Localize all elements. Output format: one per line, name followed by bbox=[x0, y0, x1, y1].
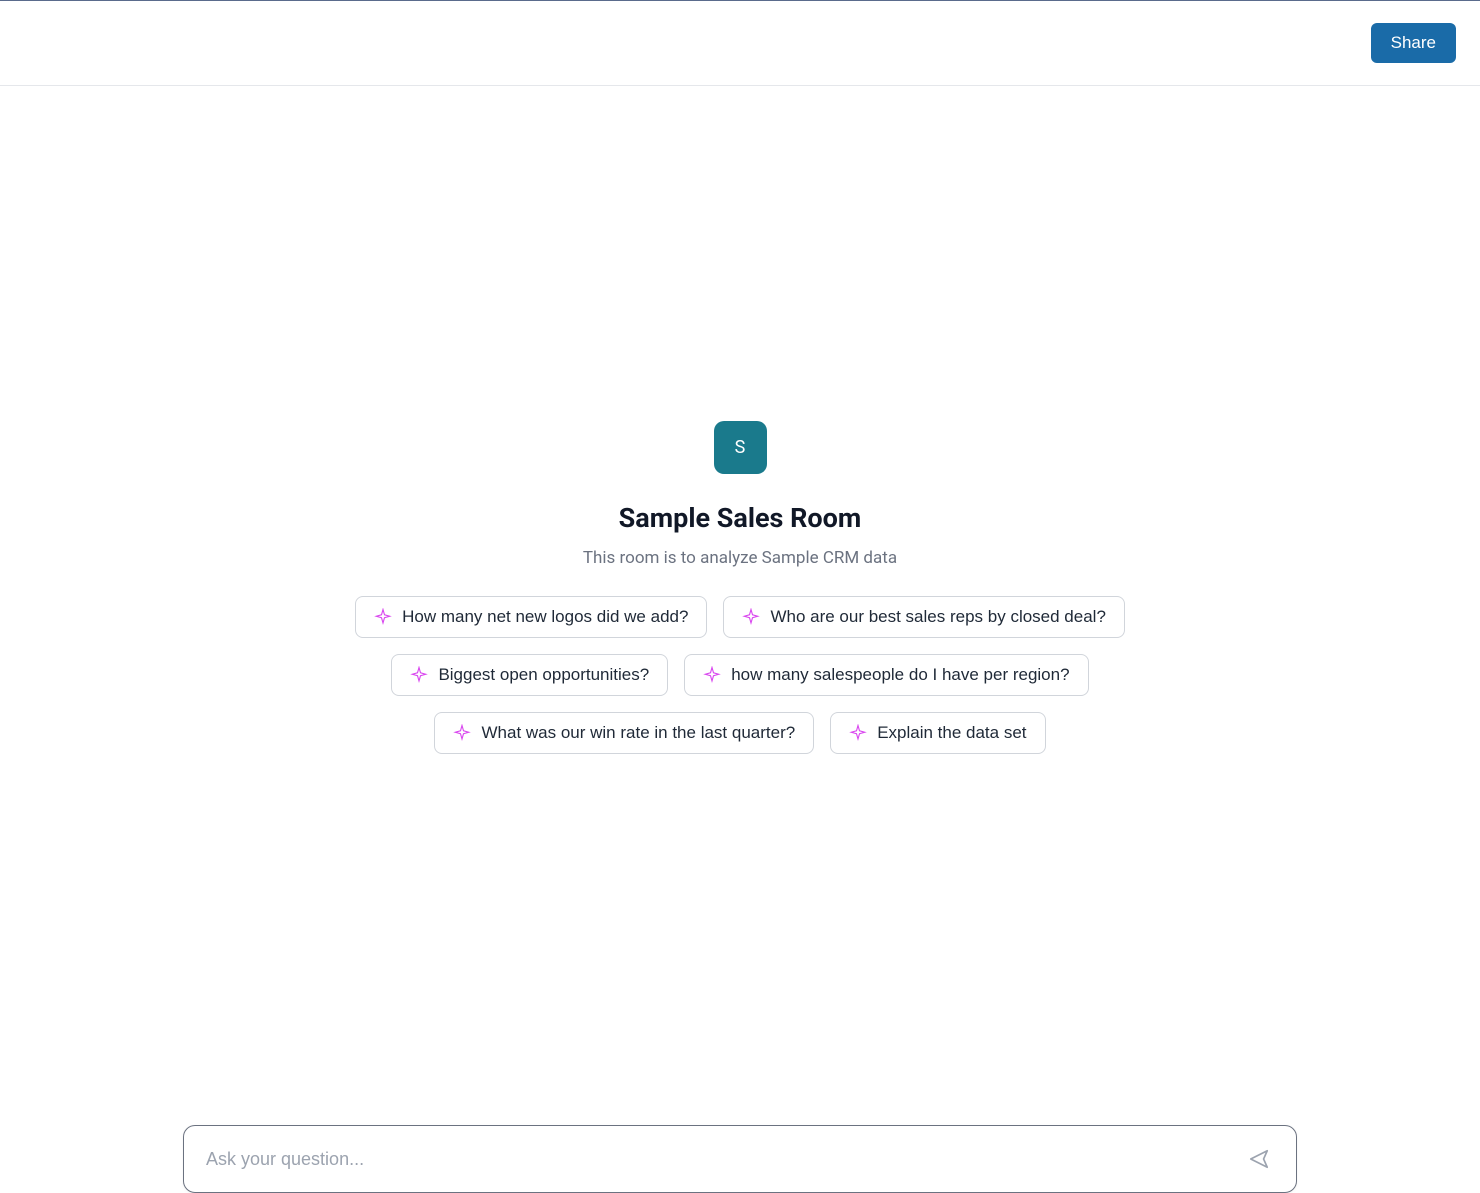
suggestion-label: Explain the data set bbox=[877, 723, 1026, 743]
suggestion-chip[interactable]: What was our win rate in the last quarte… bbox=[434, 712, 814, 754]
send-button[interactable] bbox=[1244, 1144, 1274, 1174]
suggestion-label: What was our win rate in the last quarte… bbox=[481, 723, 795, 743]
main-content: S Sample Sales Room This room is to anal… bbox=[0, 86, 1480, 754]
sparkle-icon bbox=[849, 724, 867, 742]
suggestion-chip[interactable]: Explain the data set bbox=[830, 712, 1045, 754]
question-input[interactable] bbox=[206, 1149, 1244, 1170]
suggestion-chip[interactable]: Who are our best sales reps by closed de… bbox=[723, 596, 1124, 638]
room-avatar: S bbox=[714, 421, 767, 474]
suggestion-chip[interactable]: how many salespeople do I have per regio… bbox=[684, 654, 1088, 696]
room-title: Sample Sales Room bbox=[619, 502, 862, 534]
suggestion-chip[interactable]: How many net new logos did we add? bbox=[355, 596, 707, 638]
sparkle-icon bbox=[742, 608, 760, 626]
suggestions-container: How many net new logos did we add? Who a… bbox=[330, 596, 1150, 754]
sparkle-icon bbox=[703, 666, 721, 684]
suggestion-label: how many salespeople do I have per regio… bbox=[731, 665, 1069, 685]
sparkle-icon bbox=[374, 608, 392, 626]
send-icon bbox=[1248, 1148, 1270, 1170]
suggestion-label: Who are our best sales reps by closed de… bbox=[770, 607, 1105, 627]
sparkle-icon bbox=[410, 666, 428, 684]
suggestion-label: How many net new logos did we add? bbox=[402, 607, 688, 627]
sparkle-icon bbox=[453, 724, 471, 742]
header: Share bbox=[0, 1, 1480, 86]
suggestion-label: Biggest open opportunities? bbox=[438, 665, 649, 685]
input-area bbox=[0, 1125, 1480, 1193]
share-button[interactable]: Share bbox=[1371, 23, 1456, 63]
room-subtitle: This room is to analyze Sample CRM data bbox=[583, 548, 897, 568]
suggestion-chip[interactable]: Biggest open opportunities? bbox=[391, 654, 668, 696]
input-container bbox=[183, 1125, 1297, 1193]
